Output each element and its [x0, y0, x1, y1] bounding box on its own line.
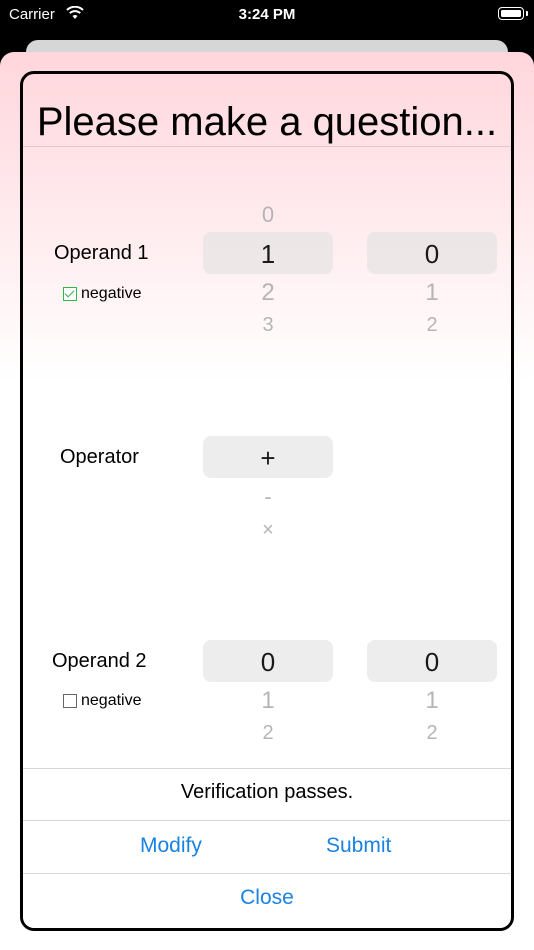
- operand2-negative-label: negative: [81, 692, 142, 709]
- verification-status: Verification passes.: [180, 781, 354, 803]
- operand1-negative-label: negative: [81, 285, 142, 302]
- submit-button[interactable]: Submit: [326, 834, 391, 858]
- battery-tip: [526, 11, 528, 16]
- picker-item[interactable]: -: [203, 486, 333, 508]
- modify-button[interactable]: Modify: [140, 834, 202, 858]
- buttons-divider: [23, 820, 511, 821]
- picker-item[interactable]: 2: [203, 281, 333, 305]
- title-divider: [23, 146, 511, 147]
- operator-label: Operator: [60, 446, 139, 468]
- picker-selected-item[interactable]: 0: [203, 649, 333, 675]
- picker-item[interactable]: 0: [203, 204, 333, 226]
- operand1-ones-picker[interactable]: 0 1 2: [367, 194, 497, 354]
- close-divider: [23, 873, 511, 874]
- operand1-tens-picker[interactable]: 0 1 2 3: [203, 194, 333, 354]
- picker-item[interactable]: 1: [367, 281, 497, 305]
- picker-item[interactable]: 2: [367, 723, 497, 743]
- status-bar: Carrier 3:24 PM: [0, 0, 534, 34]
- picker-item[interactable]: 2: [203, 723, 333, 743]
- close-button[interactable]: Close: [23, 886, 511, 910]
- operand2-ones-picker[interactable]: 0 1 2: [367, 638, 497, 758]
- operand2-tens-picker[interactable]: 0 1 2: [203, 638, 333, 758]
- footer-divider: [23, 768, 511, 769]
- operand1-label: Operand 1: [54, 242, 149, 264]
- checkbox-checked-icon[interactable]: [63, 287, 77, 301]
- picker-selected-item[interactable]: 0: [367, 649, 497, 675]
- picker-item[interactable]: 1: [203, 689, 333, 713]
- operand2-label: Operand 2: [52, 650, 147, 672]
- dialog-title: Please make a question...: [36, 100, 498, 144]
- picker-selected-item[interactable]: 0: [367, 241, 497, 267]
- battery-icon: [498, 7, 524, 20]
- picker-selected-item[interactable]: +: [203, 445, 333, 471]
- picker-item[interactable]: ×: [203, 520, 333, 540]
- operand2-negative-checkbox[interactable]: negative: [63, 692, 142, 710]
- operand1-negative-checkbox[interactable]: negative: [63, 285, 142, 303]
- picker-item[interactable]: 3: [203, 315, 333, 335]
- picker-selected-item[interactable]: 1: [203, 241, 333, 267]
- question-dialog: Please make a question... Operand 1 nega…: [20, 71, 514, 931]
- checkbox-unchecked-icon[interactable]: [63, 694, 77, 708]
- operator-picker[interactable]: + - ×: [203, 434, 333, 554]
- clock: 3:24 PM: [238, 6, 296, 23]
- picker-item[interactable]: 2: [367, 315, 497, 335]
- picker-item[interactable]: 1: [367, 689, 497, 713]
